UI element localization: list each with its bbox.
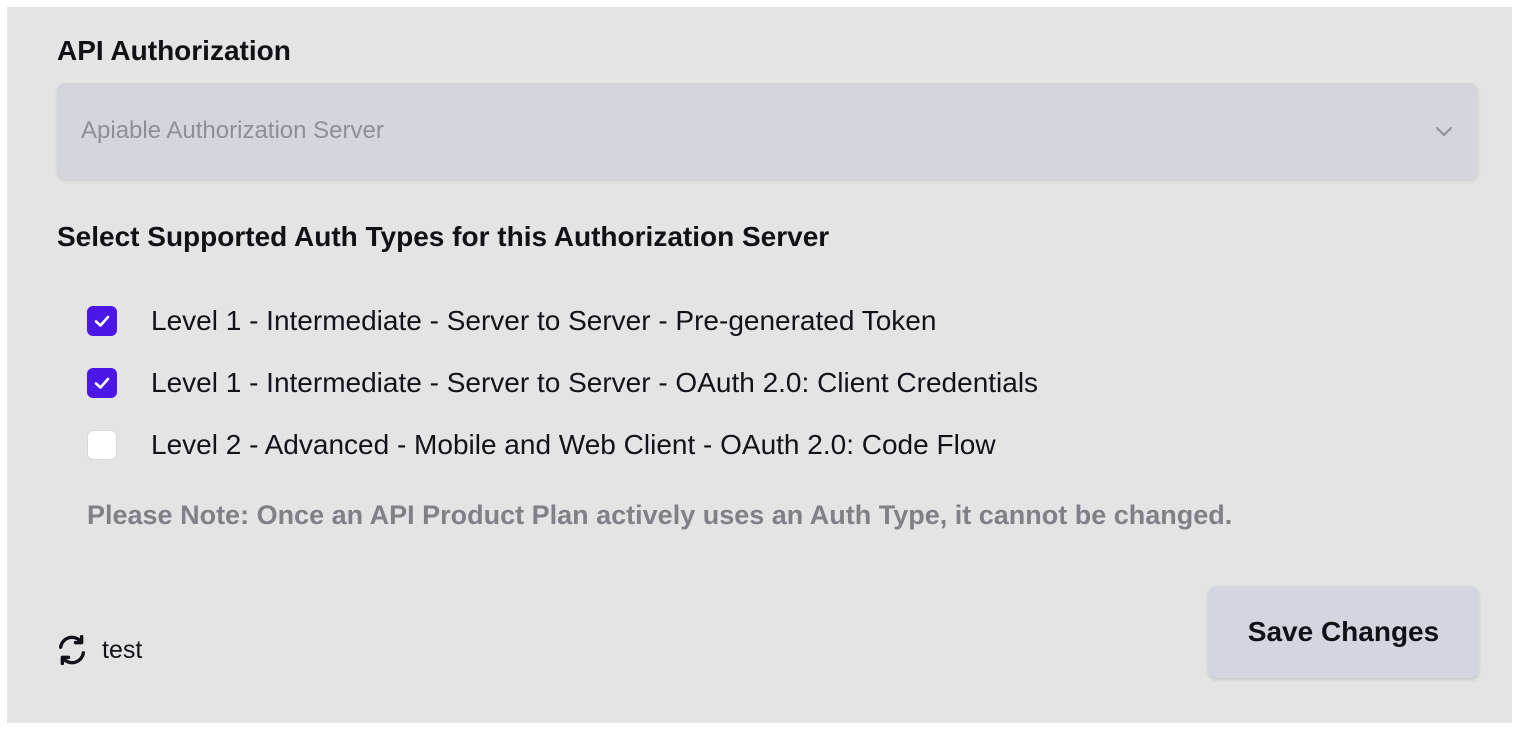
auth-type-label: Level 1 - Intermediate - Server to Serve…	[151, 367, 1039, 398]
refresh-label: test	[102, 636, 143, 664]
checkbox[interactable]	[87, 368, 117, 398]
checkmark-icon	[94, 315, 110, 327]
auth-type-option[interactable]: Level 1 - Intermediate - Server to Serve…	[87, 301, 936, 341]
checkmark-icon	[94, 377, 110, 389]
refresh-icon	[58, 634, 86, 666]
api-authorization-panel: API Authorization Apiable Authorization …	[7, 7, 1512, 723]
auth-server-select-value: Apiable Authorization Server	[81, 117, 384, 144]
checkbox[interactable]	[87, 430, 117, 460]
auth-type-label: Level 1 - Intermediate - Server to Serve…	[151, 305, 937, 336]
save-changes-button[interactable]: Save Changes	[1208, 586, 1479, 678]
auth-type-option[interactable]: Level 1 - Intermediate - Server to Serve…	[87, 363, 1038, 403]
auth-server-select[interactable]: Apiable Authorization Server	[57, 83, 1478, 179]
refresh-control[interactable]: test	[55, 633, 142, 667]
auth-type-label: Level 2 - Advanced - Mobile and Web Clie…	[151, 429, 996, 460]
checkbox[interactable]	[87, 306, 117, 336]
auth-type-note: Please Note: Once an API Product Plan ac…	[87, 500, 1233, 530]
chevron-down-icon	[1436, 127, 1452, 136]
section-title: API Authorization	[57, 35, 291, 66]
auth-types-title: Select Supported Auth Types for this Aut…	[57, 221, 830, 252]
auth-type-option[interactable]: Level 2 - Advanced - Mobile and Web Clie…	[87, 425, 996, 465]
